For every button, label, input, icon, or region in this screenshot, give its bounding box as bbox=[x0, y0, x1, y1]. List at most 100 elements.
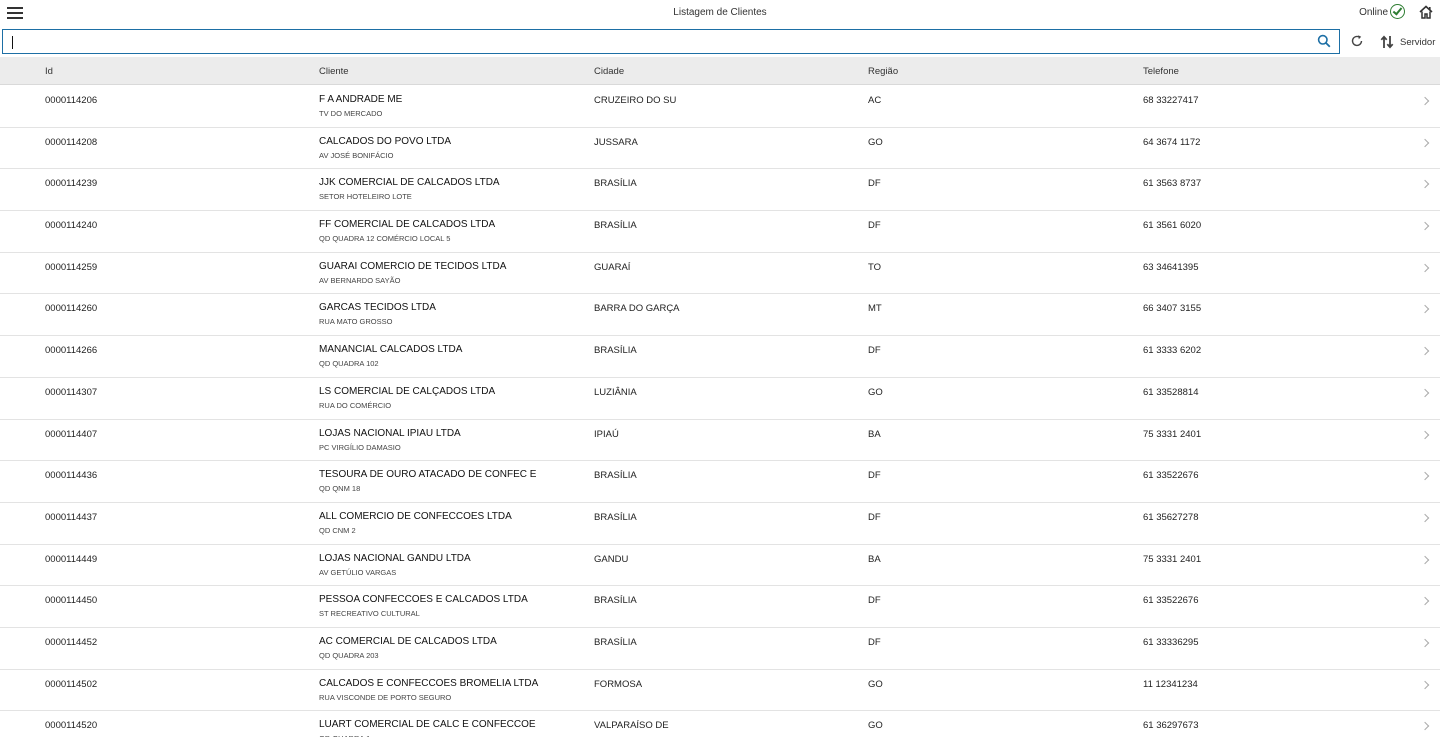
table-row[interactable]: 0000114307 LS COMERCIAL DE CALÇADOS LTDA R… bbox=[0, 377, 1440, 420]
client-city: BRASÍLIA bbox=[594, 636, 637, 648]
client-id: 0000114266 bbox=[45, 345, 98, 357]
client-city: LUZIÂNIA bbox=[594, 386, 637, 398]
client-address: ST RECREATIVO CULTURAL bbox=[319, 609, 420, 619]
search-input[interactable] bbox=[9, 33, 1309, 51]
table-row[interactable]: 0000114239 JJK COMERCIAL DE CALCADOS LTDA… bbox=[0, 169, 1440, 212]
client-id: 0000114437 bbox=[45, 511, 98, 523]
client-city: IPIAÚ bbox=[594, 428, 619, 440]
client-address: AV JOSÉ BONIFÁCIO bbox=[319, 150, 394, 160]
client-address: QD QUADRA 102 bbox=[319, 359, 379, 369]
chevron-right-icon[interactable] bbox=[1420, 722, 1430, 731]
client-region: GO bbox=[868, 136, 883, 148]
client-name: LS COMERCIAL DE CALÇADOS LTDA bbox=[319, 385, 496, 397]
client-phone: 61 36297673 bbox=[1143, 720, 1199, 732]
table-header: Id Cliente Cidade Região Telefone bbox=[0, 57, 1440, 85]
refresh-icon[interactable] bbox=[1350, 34, 1364, 48]
client-id: 0000114449 bbox=[45, 553, 98, 565]
column-header-cliente[interactable]: Cliente bbox=[319, 66, 349, 77]
client-phone: 63 34641395 bbox=[1143, 261, 1199, 273]
table-row[interactable]: 0000114240 FF COMERCIAL DE CALCADOS LTDA Q… bbox=[0, 211, 1440, 253]
table-row[interactable]: 0000114437 ALL COMERCIO DE CONFECCOES LTD… bbox=[0, 502, 1440, 545]
table-row[interactable]: 0000114206 F A ANDRADE ME TV DO MERCADO CRU… bbox=[0, 86, 1440, 128]
client-id: 0000114240 bbox=[45, 220, 98, 232]
client-name: LOJAS NACIONAL GANDU LTDA bbox=[319, 552, 471, 564]
chevron-right-icon[interactable] bbox=[1420, 513, 1430, 523]
table-row[interactable]: 0000114452 AC COMERCIAL DE CALCADOS LTDA Q… bbox=[0, 627, 1440, 670]
chevron-right-icon[interactable] bbox=[1420, 138, 1430, 147]
chevron-right-icon[interactable] bbox=[1420, 263, 1430, 272]
table-row[interactable]: 0000114260 GARCAS TECIDOS LTDA RUA MATO GR… bbox=[0, 294, 1440, 337]
client-city: BRASÍLIA bbox=[594, 345, 637, 357]
table-row[interactable]: 0000114259 GUARAI COMERCIO DE TECIDOS LTD… bbox=[0, 252, 1440, 295]
client-address: SETOR HOTELEIRO LOTE bbox=[319, 192, 412, 202]
client-region: BA bbox=[868, 428, 881, 440]
chevron-right-icon[interactable] bbox=[1420, 638, 1430, 648]
search-icon[interactable] bbox=[1317, 34, 1331, 48]
client-name: JJK COMERCIAL DE CALCADOS LTDA bbox=[319, 177, 500, 189]
table-row[interactable]: 0000114450 PESSOA CONFECCOES E CALCADOS L… bbox=[0, 586, 1440, 628]
client-city: BRASÍLIA bbox=[594, 470, 637, 482]
client-name: GUARAI COMERCIO DE TECIDOS LTDA bbox=[319, 260, 507, 272]
client-list: 0000114206 F A ANDRADE ME TV DO MERCADO CRU… bbox=[0, 86, 1440, 737]
client-region: AC bbox=[868, 95, 882, 106]
client-region: DF bbox=[868, 178, 881, 190]
client-phone: 61 3333 6202 bbox=[1143, 345, 1202, 357]
client-address: QD QUADRA 203 bbox=[319, 650, 379, 660]
client-address: RUA VISCONDE DE PORTO SEGURO bbox=[319, 692, 452, 702]
client-name: PESSOA CONFECCOES E CALCADOS LTDA bbox=[319, 594, 528, 606]
column-header-regiao[interactable]: Região bbox=[868, 66, 898, 77]
client-id: 0000114450 bbox=[45, 595, 98, 607]
client-id: 0000114208 bbox=[45, 136, 98, 148]
client-city: JUSSARA bbox=[594, 136, 638, 148]
check-circle-icon bbox=[1390, 4, 1405, 19]
chevron-right-icon[interactable] bbox=[1420, 430, 1430, 439]
client-region: DF bbox=[868, 345, 881, 357]
client-city: GANDU bbox=[594, 553, 629, 565]
column-header-id[interactable]: Id bbox=[45, 66, 53, 77]
client-id: 0000114407 bbox=[45, 428, 98, 440]
table-row[interactable]: 0000114520 LUART COMERCIAL DE CALC E CONF… bbox=[0, 711, 1440, 737]
client-phone: 75 3331 2401 bbox=[1143, 428, 1202, 440]
client-address: QD QNM 18 bbox=[319, 484, 361, 494]
client-city: BRASÍLIA bbox=[594, 595, 637, 607]
top-bar: Listagem de Clientes Online bbox=[0, 0, 1440, 26]
connection-status-label: Online bbox=[1359, 7, 1388, 18]
server-button[interactable]: Servidor bbox=[1380, 34, 1435, 50]
chevron-right-icon[interactable] bbox=[1420, 221, 1430, 231]
table-row[interactable]: 0000114208 CALCADOS DO POVO LTDA AV JOSÉ B… bbox=[0, 127, 1440, 170]
chevron-right-icon[interactable] bbox=[1420, 471, 1430, 481]
client-region: DF bbox=[868, 220, 881, 232]
client-address: PC VIRGÍLIO DAMASIO bbox=[319, 442, 401, 452]
chevron-right-icon[interactable] bbox=[1420, 597, 1430, 606]
client-id: 0000114307 bbox=[45, 386, 98, 398]
server-button-label: Servidor bbox=[1400, 36, 1436, 48]
chevron-right-icon[interactable] bbox=[1420, 180, 1430, 189]
client-city: CRUZEIRO DO SU bbox=[594, 95, 677, 106]
client-id: 0000114239 bbox=[45, 178, 98, 190]
table-row[interactable]: 0000114449 LOJAS NACIONAL GANDU LTDA AV GE… bbox=[0, 544, 1440, 587]
text-cursor bbox=[12, 36, 13, 49]
table-row[interactable]: 0000114502 CALCADOS E CONFECCOES BROMELIA… bbox=[0, 669, 1440, 712]
chevron-right-icon[interactable] bbox=[1420, 305, 1430, 314]
client-phone: 11 12341234 bbox=[1143, 678, 1198, 690]
client-city: GUARAÍ bbox=[594, 261, 631, 273]
client-phone: 68 33227417 bbox=[1143, 95, 1199, 106]
chevron-right-icon[interactable] bbox=[1420, 680, 1430, 689]
column-header-cidade[interactable]: Cidade bbox=[594, 66, 624, 77]
table-row[interactable]: 0000114407 LOJAS NACIONAL IPIAU LTDA PC VI… bbox=[0, 419, 1440, 462]
client-name: CALCADOS E CONFECCOES BROMELIA LTDA bbox=[319, 677, 539, 689]
chevron-right-icon[interactable] bbox=[1420, 388, 1430, 398]
chevron-right-icon[interactable] bbox=[1420, 346, 1430, 356]
client-phone: 61 3563 8737 bbox=[1143, 178, 1202, 190]
client-name: FF COMERCIAL DE CALCADOS LTDA bbox=[319, 219, 496, 231]
client-name: GARCAS TECIDOS LTDA bbox=[319, 302, 436, 314]
sort-arrows-icon bbox=[1380, 35, 1394, 49]
client-name: AC COMERCIAL DE CALCADOS LTDA bbox=[319, 635, 497, 647]
chevron-right-icon[interactable] bbox=[1420, 96, 1430, 106]
column-header-telefone[interactable]: Telefone bbox=[1143, 66, 1179, 77]
table-row[interactable]: 0000114266 MANANCIAL CALCADOS LTDA QD QUAD… bbox=[0, 336, 1440, 378]
chevron-right-icon[interactable] bbox=[1420, 555, 1430, 564]
table-row[interactable]: 0000114436 TESOURA DE OURO ATACADO DE CON… bbox=[0, 461, 1440, 503]
home-icon[interactable] bbox=[1418, 4, 1434, 20]
client-city: BARRA DO GARÇA bbox=[594, 303, 680, 315]
